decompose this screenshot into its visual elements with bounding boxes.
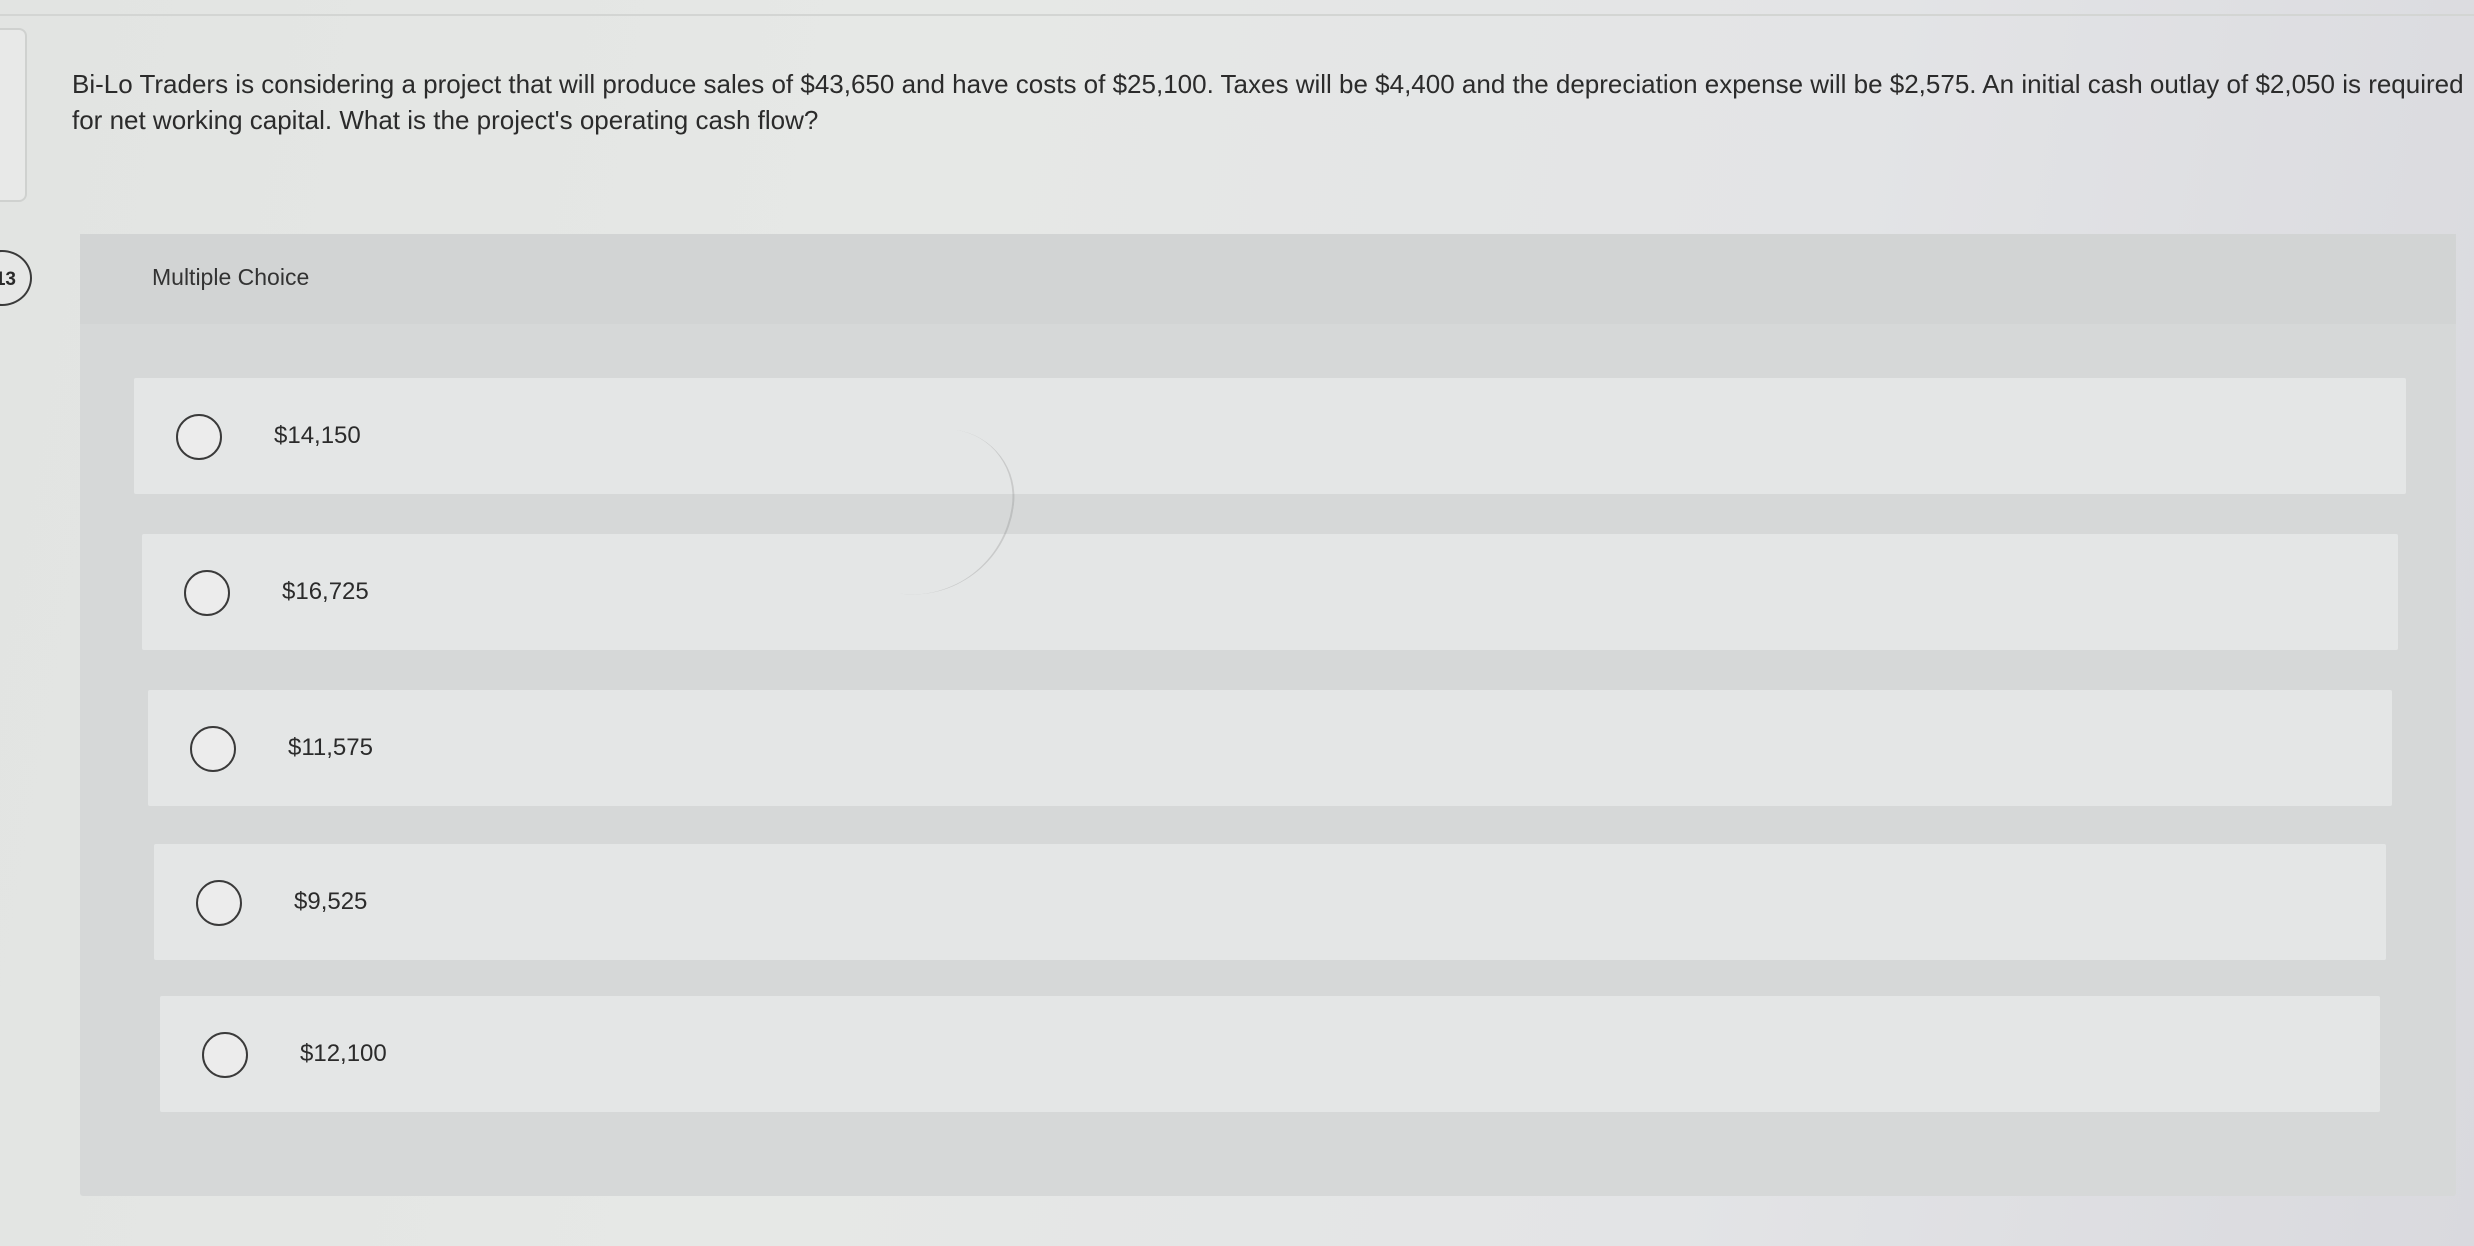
option-1[interactable]: $14,150 — [134, 378, 2406, 494]
top-divider — [0, 14, 2474, 16]
radio-button-icon[interactable] — [190, 726, 236, 772]
choice-header: Multiple Choice — [80, 234, 2456, 324]
radio-button-icon[interactable] — [176, 414, 222, 460]
option-label: $11,575 — [288, 734, 373, 761]
question-number-badge[interactable]: 13 — [0, 250, 32, 306]
option-5[interactable]: $12,100 — [160, 996, 2380, 1112]
option-4[interactable]: $9,525 — [154, 844, 2386, 960]
multiple-choice-card: Multiple Choice $14,150 $16,725 $11,575 … — [80, 234, 2456, 1196]
side-panel-edge — [0, 28, 27, 202]
option-3[interactable]: $11,575 — [148, 690, 2392, 806]
radio-button-icon[interactable] — [196, 880, 242, 926]
option-label: $12,100 — [300, 1040, 387, 1067]
option-label: $9,525 — [294, 888, 368, 915]
radio-button-icon[interactable] — [202, 1032, 248, 1078]
choice-header-label: Multiple Choice — [152, 264, 310, 290]
radio-button-icon[interactable] — [184, 570, 230, 616]
option-label: $14,150 — [274, 422, 361, 449]
option-2[interactable]: $16,725 — [142, 534, 2398, 650]
option-label: $16,725 — [282, 578, 369, 605]
question-text: Bi-Lo Traders is considering a project t… — [72, 69, 2464, 135]
